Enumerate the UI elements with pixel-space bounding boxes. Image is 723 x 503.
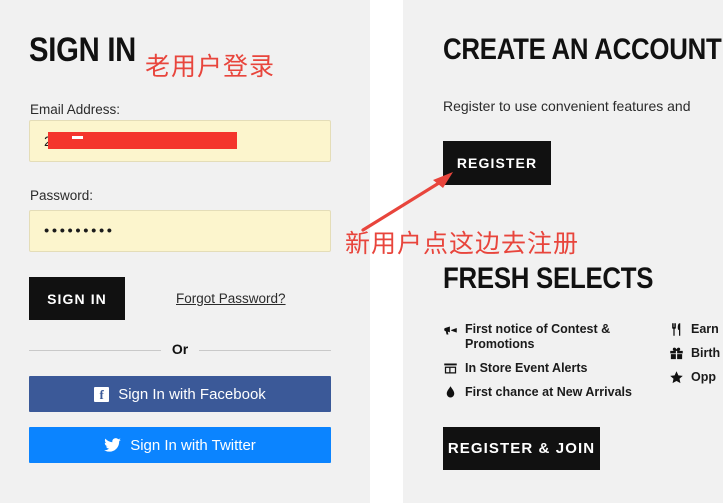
password-input[interactable]: ••••••••• (29, 210, 331, 252)
utensils-icon (672, 323, 681, 336)
fresh-selects-title: FRESH SELECTS (443, 262, 654, 295)
annotation-register-note: 新用户点这边去注册 (345, 229, 580, 258)
perk-label: First chance at New Arrivals (465, 385, 632, 399)
annotation-signin-note: 老用户登录 (145, 52, 276, 81)
divider-line-left (29, 350, 161, 351)
gift-icon (670, 347, 683, 360)
facebook-signin-label: Sign In with Facebook (118, 385, 266, 403)
register-and-join-button[interactable]: REGISTER & JOIN (443, 427, 600, 470)
password-label: Password: (30, 188, 94, 203)
perk-label: First notice of Contest & Promotions (465, 322, 611, 351)
facebook-signin-button[interactable]: f Sign In with Facebook (29, 376, 331, 412)
redaction-tick (72, 136, 83, 139)
fire-icon (446, 386, 455, 398)
twitter-signin-label: Sign In with Twitter (130, 436, 256, 454)
perk-label: Earn (691, 322, 719, 336)
perk-item: In Store Event Alerts (443, 361, 658, 376)
twitter-icon (104, 438, 122, 452)
bullhorn-icon (444, 323, 457, 335)
perk-item: Earn (669, 322, 723, 337)
facebook-icon: f (94, 386, 110, 402)
create-account-title: CREATE AN ACCOUNT (443, 33, 722, 66)
perk-item: First chance at New Arrivals (443, 385, 658, 400)
create-account-subtitle: Register to use convenient features and (443, 98, 691, 114)
email-redaction-bar (48, 132, 237, 149)
perk-label: In Store Event Alerts (465, 361, 588, 375)
perk-label: Opp (691, 370, 716, 384)
or-label: Or (171, 341, 189, 357)
perks-column-right: Earn Birth Opp (669, 322, 723, 394)
password-input-value: ••••••••• (44, 222, 115, 240)
perk-item: Birth (669, 346, 723, 361)
store-icon (444, 363, 457, 374)
register-button[interactable]: REGISTER (443, 141, 551, 185)
star-icon (670, 371, 683, 384)
perk-item: Opp (669, 370, 723, 385)
perk-label: Birth (691, 346, 721, 360)
or-divider: Or (29, 341, 331, 359)
login-register-page: SIGN IN Email Address: 2 Password: •••••… (0, 0, 723, 503)
forgot-password-link[interactable]: Forgot Password? (176, 291, 286, 306)
email-label: Email Address: (30, 102, 121, 117)
perks-column-left: First notice of Contest & Promotions In … (443, 322, 658, 409)
twitter-signin-button[interactable]: Sign In with Twitter (29, 427, 331, 463)
signin-submit-button[interactable]: SIGN IN (29, 277, 125, 320)
perk-item: First notice of Contest & Promotions (443, 322, 658, 352)
fresh-selects-perks: First notice of Contest & Promotions In … (443, 322, 723, 402)
signin-title: SIGN IN (29, 31, 137, 69)
email-input[interactable]: 2 (29, 120, 331, 162)
divider-line-right (199, 350, 331, 351)
